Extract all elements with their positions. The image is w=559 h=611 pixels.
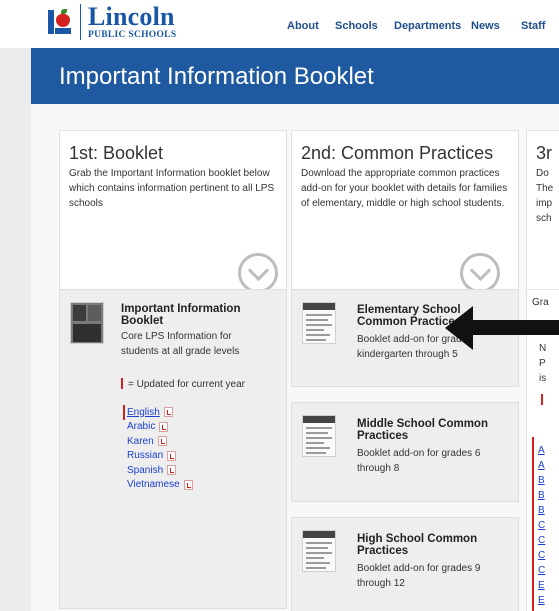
pdf-icon [167, 450, 177, 461]
site-header: Lincoln PUBLIC SCHOOLS About Schools Dep… [0, 0, 559, 48]
high-practices-description: Booklet add-on for grades 9 through 12 [357, 563, 481, 589]
step-title: 1st: Booklet [69, 143, 164, 163]
pdf-icon [163, 407, 173, 418]
language-link-fragment[interactable]: A [538, 445, 545, 456]
pdf-icon [159, 421, 169, 432]
language-link-fragment[interactable]: C [538, 565, 545, 576]
step-card-booklet: 1st: Booklet Grab the Important Informat… [59, 130, 287, 305]
step-title: 2nd: Common Practices [301, 143, 494, 163]
page-banner: Important Information Booklet [31, 48, 559, 104]
arrow-left-icon [445, 306, 559, 350]
updated-bar [532, 437, 534, 611]
high-booklet-thumbnail[interactable] [302, 530, 336, 572]
booklet-panel: Important Information Booklet Core LPS I… [59, 289, 287, 609]
step-title: 3r [536, 143, 553, 163]
nav-departments[interactable]: Departments [394, 20, 461, 32]
language-link-arabic[interactable]: Arabic [127, 420, 193, 435]
pdf-icon [183, 479, 193, 490]
step-description: Download the appropriate common practice… [301, 168, 508, 209]
pdf-icon [157, 436, 167, 447]
language-link-spanish[interactable]: Spanish [127, 463, 193, 478]
booklet-cover-thumbnail[interactable] [70, 302, 104, 344]
check-circle-icon [238, 253, 278, 293]
language-link-fragment[interactable]: B [538, 490, 545, 501]
language-link-fragment[interactable]: C [538, 535, 545, 546]
pdf-icon [167, 465, 177, 476]
language-link-fragment[interactable]: E [538, 595, 545, 606]
page-title: Important Information Booklet [59, 63, 374, 90]
middle-practices-panel: Middle School Common Practices Booklet a… [291, 402, 519, 502]
booklet-title[interactable]: Important Information Booklet [121, 303, 271, 327]
high-practices-title[interactable]: High School Common Practices [357, 533, 502, 557]
booklet-description: Core LPS Information for students at all… [121, 331, 240, 357]
main-content: 1st: Booklet Grab the Important Informat… [31, 104, 559, 611]
updated-marker [121, 378, 123, 389]
page: Lincoln PUBLIC SCHOOLS About Schools Dep… [0, 0, 559, 611]
language-link-russian[interactable]: Russian [127, 449, 193, 464]
logo-subtitle: PUBLIC SCHOOLS [88, 29, 177, 40]
middle-practices-title[interactable]: Middle School Common Practices [357, 418, 502, 442]
step-card-common-practices: 2nd: Common Practices Download the appro… [291, 130, 519, 305]
language-link-fragment[interactable]: C [538, 520, 545, 531]
elementary-booklet-thumbnail[interactable] [302, 302, 336, 344]
update-legend: = Updated for current year [121, 378, 245, 390]
language-link-fragment[interactable]: B [538, 475, 545, 486]
high-practices-panel: High School Common Practices Booklet add… [291, 517, 519, 611]
nav-news[interactable]: News [471, 20, 500, 32]
apple-book-logo-icon [48, 8, 72, 36]
language-link-fragment[interactable]: B [538, 505, 545, 516]
step-description: Grab the Important Information booklet b… [69, 168, 275, 209]
middle-practices-description: Booklet add-on for grades 6 through 8 [357, 448, 481, 474]
nav-schools[interactable]: Schools [335, 20, 378, 32]
language-link-fragment[interactable]: C [538, 550, 545, 561]
language-link-vietnamese[interactable]: Vietnamese [127, 478, 193, 493]
language-link-fragment[interactable]: A [538, 460, 545, 471]
middle-booklet-thumbnail[interactable] [302, 415, 336, 457]
step-card-third: 3r Do The imp sch [526, 130, 559, 305]
nav-about[interactable]: About [287, 20, 319, 32]
updated-marker [541, 394, 543, 405]
language-link-fragment[interactable]: E [538, 580, 545, 591]
logo-name: Lincoln [88, 1, 175, 31]
language-link-karen[interactable]: Karen [127, 434, 193, 449]
check-circle-icon [460, 253, 500, 293]
language-list: English Arabic Karen Russian Spanish Vie… [123, 405, 193, 493]
lps-logo[interactable]: Lincoln PUBLIC SCHOOLS [48, 1, 177, 41]
nav-staff[interactable]: Staff [521, 20, 545, 32]
language-link-english[interactable]: English [123, 405, 193, 420]
